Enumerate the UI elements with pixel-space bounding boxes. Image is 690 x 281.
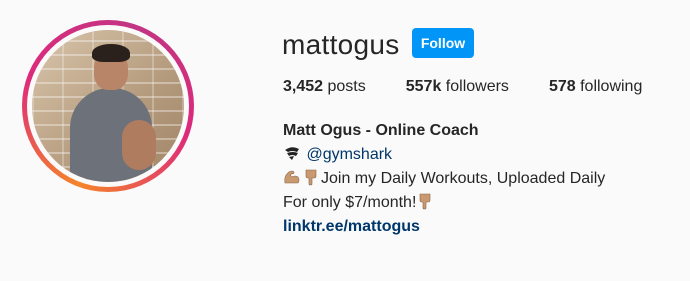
posts-count: 3,452 xyxy=(283,78,324,95)
followers-stat[interactable]: 557k followers xyxy=(406,78,509,96)
bio-full-name: Matt Ogus - Online Coach xyxy=(283,122,479,139)
profile-username: mattogus xyxy=(282,29,400,60)
following-stat[interactable]: 578 following xyxy=(549,78,642,96)
bio-price-line: For only $7/month! xyxy=(283,191,605,215)
pointing-down-icon xyxy=(420,193,431,210)
bio-workouts-text: Join my Daily Workouts, Uploaded Daily xyxy=(321,170,606,187)
followers-label: followers xyxy=(445,78,509,95)
follow-button[interactable]: Follow xyxy=(412,28,474,58)
avatar-person-arm xyxy=(122,120,156,170)
posts-stat: 3,452 posts xyxy=(283,78,366,96)
avatar-border xyxy=(27,25,189,187)
followers-count: 557k xyxy=(405,78,442,95)
bio-workouts-line: Join my Daily Workouts, Uploaded Daily xyxy=(283,167,605,191)
profile-stats: 3,452 posts 557k followers 578 following xyxy=(283,78,682,96)
posts-label: posts xyxy=(327,78,366,95)
pointing-down-icon xyxy=(305,169,317,186)
following-label: following xyxy=(580,78,643,95)
bio-price-text: For only $7/month! xyxy=(283,194,417,211)
avatar-person-hair xyxy=(92,44,130,62)
bio-mention-line: @gymshark xyxy=(283,143,605,167)
profile-bio: Matt Ogus - Online Coach @gymshark Join … xyxy=(283,119,605,239)
flexed-biceps-icon xyxy=(284,170,300,184)
following-count: 578 xyxy=(548,78,576,95)
bio-mention-link[interactable]: @gymshark xyxy=(306,146,392,163)
bio-external-link[interactable]: linktr.ee/mattogus xyxy=(283,215,605,239)
avatar[interactable] xyxy=(32,30,184,182)
avatar-ring[interactable] xyxy=(22,20,194,192)
gymshark-logo-icon xyxy=(283,144,301,162)
